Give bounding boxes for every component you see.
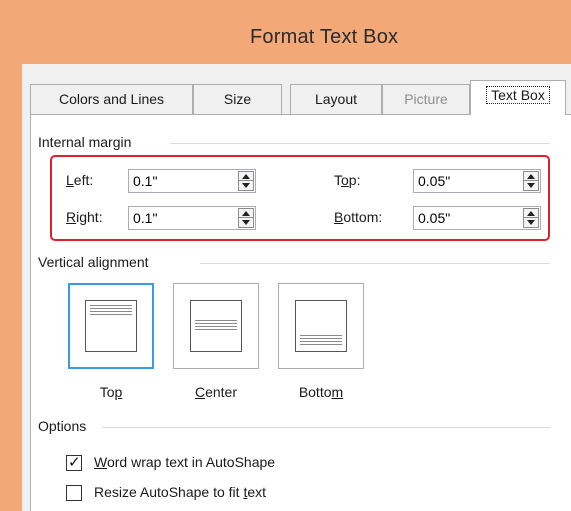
spin-down-icon[interactable] xyxy=(239,181,253,190)
word-wrap-label[interactable]: Word wrap text in AutoShape xyxy=(94,454,275,470)
vertical-alignment-divider xyxy=(200,263,550,264)
spin-up-icon[interactable] xyxy=(239,172,253,181)
left-margin-input[interactable] xyxy=(128,169,256,193)
bottom-margin-spinner[interactable] xyxy=(523,208,539,228)
right-label: Right: xyxy=(66,209,103,225)
spin-down-icon[interactable] xyxy=(524,181,538,190)
resize-autoshape-label[interactable]: Resize AutoShape to fit text xyxy=(94,484,266,500)
align-bottom-icon xyxy=(295,300,347,352)
top-margin-spinner[interactable] xyxy=(523,171,539,191)
spin-down-icon[interactable] xyxy=(239,218,253,227)
tab-size[interactable]: Size xyxy=(193,84,282,114)
word-wrap-checkbox[interactable]: ✓ xyxy=(66,454,82,471)
spin-up-icon[interactable] xyxy=(524,209,538,218)
align-center-label: Center xyxy=(194,384,238,400)
options-divider xyxy=(102,427,550,428)
options-heading: Options xyxy=(38,418,95,434)
left-margin-field[interactable] xyxy=(133,172,223,190)
top-margin-input[interactable] xyxy=(413,169,541,193)
align-center-button[interactable] xyxy=(173,283,259,369)
vertical-alignment-heading: Vertical alignment xyxy=(38,254,157,270)
left-margin-spinner[interactable] xyxy=(238,171,254,191)
checkmark-icon: ✓ xyxy=(68,454,81,471)
bottom-label: Bottom: xyxy=(334,209,383,225)
dialog-window: Format Text Box Colors and Lines Size La… xyxy=(0,0,571,511)
internal-margin-heading: Internal margin xyxy=(38,134,140,150)
bottom-margin-input[interactable] xyxy=(413,206,541,230)
internal-margin-divider xyxy=(170,143,550,144)
align-bottom-button[interactable] xyxy=(278,283,364,369)
tab-layout[interactable]: Layout xyxy=(290,84,382,114)
top-label: Top: xyxy=(334,172,361,188)
bottom-margin-field[interactable] xyxy=(418,209,508,227)
spin-up-icon[interactable] xyxy=(239,209,253,218)
resize-autoshape-checkbox[interactable] xyxy=(66,485,82,501)
tab-picture: Picture xyxy=(382,84,470,114)
align-top-button[interactable] xyxy=(68,283,154,369)
right-margin-spinner[interactable] xyxy=(238,208,254,228)
align-top-icon xyxy=(85,300,137,352)
tab-text-box-label: Text Box xyxy=(486,86,550,104)
spin-down-icon[interactable] xyxy=(524,218,538,227)
tab-colors-and-lines[interactable]: Colors and Lines xyxy=(30,84,193,114)
spin-up-icon[interactable] xyxy=(524,172,538,181)
align-center-icon xyxy=(190,300,242,352)
window-title: Format Text Box xyxy=(250,26,399,48)
left-label: Left: xyxy=(66,172,94,188)
align-bottom-label: Bottom xyxy=(298,384,344,400)
right-margin-input[interactable] xyxy=(128,206,256,230)
align-top-label: Top xyxy=(99,384,123,400)
right-margin-field[interactable] xyxy=(133,209,223,227)
top-margin-field[interactable] xyxy=(418,172,508,190)
tab-text-box[interactable]: Text Box xyxy=(470,80,566,115)
title-bar[interactable]: Format Text Box xyxy=(0,0,571,64)
